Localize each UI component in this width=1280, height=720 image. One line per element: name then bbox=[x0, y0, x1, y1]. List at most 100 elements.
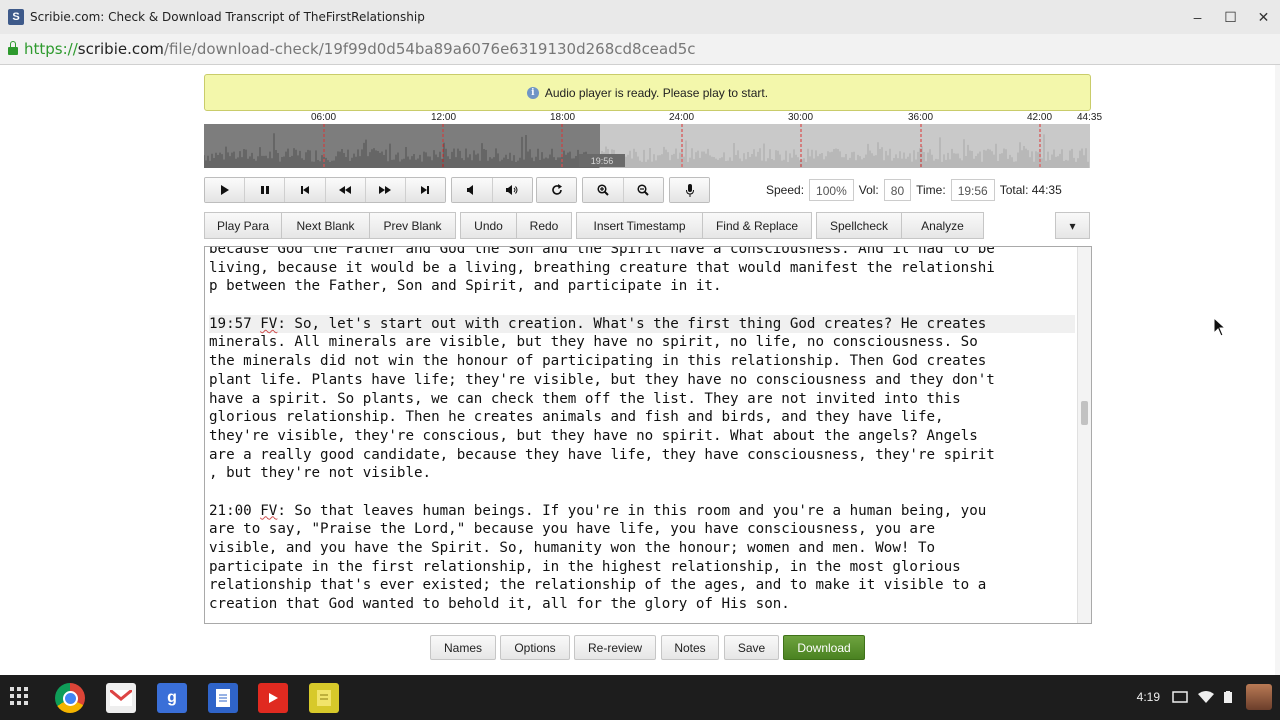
play-icon bbox=[220, 185, 229, 195]
transcript-line: have a spirit. So plants, we can check t… bbox=[209, 390, 961, 407]
volume-up-icon bbox=[506, 185, 518, 195]
play-para-button[interactable]: Play Para bbox=[204, 212, 282, 239]
microphone-button[interactable] bbox=[670, 178, 709, 202]
redo-button[interactable]: Redo bbox=[516, 212, 572, 239]
keep-notes-icon[interactable] bbox=[309, 683, 339, 713]
pause-button[interactable] bbox=[245, 178, 286, 202]
transport-controls bbox=[204, 177, 446, 203]
user-avatar[interactable] bbox=[1246, 684, 1272, 710]
wave-label: 42:00 bbox=[1027, 112, 1053, 123]
transcript-line: plant life. Plants have life; they're vi… bbox=[209, 371, 995, 388]
pause-icon bbox=[260, 186, 269, 194]
wave-label: 24:00 bbox=[669, 112, 695, 123]
player-toolbar: Speed: 100% Vol: 80 Time: 19:56 Total: 4… bbox=[204, 177, 1090, 205]
wifi-icon bbox=[1198, 691, 1214, 703]
skip-end-button[interactable] bbox=[405, 178, 445, 202]
fast-forward-button[interactable] bbox=[365, 178, 406, 202]
system-tray[interactable]: 4:19 bbox=[1137, 682, 1272, 712]
minimize-button[interactable]: – bbox=[1181, 0, 1214, 34]
docs-icon[interactable] bbox=[208, 683, 238, 713]
address-bar[interactable]: https://scribie.com/file/download-check/… bbox=[0, 34, 1280, 65]
loop-controls bbox=[536, 177, 577, 203]
transcript-line: are a really good candidate, because the… bbox=[209, 446, 995, 463]
analyze-button[interactable]: Analyze bbox=[901, 212, 984, 239]
names-button[interactable]: Names bbox=[430, 635, 496, 660]
speed-label: Speed: bbox=[766, 183, 805, 197]
more-options-dropdown[interactable]: ▾ bbox=[1055, 212, 1090, 239]
transcript-line: relationship that's ever existed; the re… bbox=[209, 577, 987, 594]
wave-label: 44:35 bbox=[1077, 112, 1103, 123]
transcript-editor[interactable]: because God the Father and God the Son a… bbox=[204, 246, 1092, 624]
window-controls: – ☐ ✕ bbox=[1181, 0, 1280, 34]
transcript-line: p between the Father, Son and Spirit, an… bbox=[209, 278, 722, 295]
fast-forward-icon bbox=[379, 186, 392, 194]
window-title: Scribie.com: Check & Download Transcript… bbox=[30, 10, 425, 24]
volume-down-button[interactable] bbox=[452, 178, 493, 202]
rewind-icon bbox=[339, 186, 352, 194]
skip-start-button[interactable] bbox=[285, 178, 326, 202]
url-text[interactable]: https://scribie.com/file/download-check/… bbox=[24, 40, 696, 58]
transcript-line: are to say, "Praise the Lord," because y… bbox=[209, 521, 936, 538]
playback-info: Speed: 100% Vol: 80 Time: 19:56 Total: 4… bbox=[766, 177, 1062, 203]
youtube-icon[interactable] bbox=[258, 683, 288, 713]
loop-button[interactable] bbox=[537, 178, 576, 202]
gmail-icon[interactable] bbox=[106, 683, 136, 713]
editor-scrollbar[interactable] bbox=[1077, 247, 1091, 623]
app-launcher-icon[interactable] bbox=[10, 687, 30, 707]
transcript-line: the minerals did not win the honour of p… bbox=[209, 353, 987, 370]
insert-timestamp-button[interactable]: Insert Timestamp bbox=[576, 212, 703, 239]
cast-icon bbox=[1172, 691, 1188, 703]
os-taskbar: g 4:19 bbox=[0, 675, 1280, 720]
transcript-line: creation that God wanted to behold it, a… bbox=[209, 596, 790, 613]
volume-input[interactable]: 80 bbox=[883, 179, 912, 201]
undo-button[interactable]: Undo bbox=[460, 212, 517, 239]
audio-waveform[interactable]: 19:56 bbox=[204, 124, 1090, 168]
maximize-button[interactable]: ☐ bbox=[1214, 0, 1247, 34]
wave-label: 18:00 bbox=[550, 112, 576, 123]
spellcheck-button[interactable]: Spellcheck bbox=[816, 212, 902, 239]
time-input[interactable]: 19:56 bbox=[950, 179, 995, 201]
waveform-time-labels: 06:00 12:00 18:00 24:00 30:00 36:00 42:0… bbox=[204, 112, 1104, 124]
volume-label: Vol: bbox=[858, 183, 879, 197]
transcript-line: minerals. All minerals are visible, but … bbox=[209, 334, 978, 351]
zoom-out-button[interactable] bbox=[623, 178, 663, 202]
transcript-text[interactable]: because God the Father and God the Son a… bbox=[209, 247, 1075, 614]
play-button[interactable] bbox=[205, 178, 246, 202]
microphone-icon bbox=[685, 183, 694, 197]
mouse-cursor-icon bbox=[1213, 317, 1227, 337]
transcript-line bbox=[209, 296, 1075, 315]
close-button[interactable]: ✕ bbox=[1247, 0, 1280, 34]
chrome-icon[interactable] bbox=[55, 683, 85, 713]
google-search-icon[interactable]: g bbox=[157, 683, 187, 713]
save-button[interactable]: Save bbox=[724, 635, 779, 660]
wave-label: 36:00 bbox=[908, 112, 934, 123]
re-review-button[interactable]: Re-review bbox=[574, 635, 656, 660]
volume-up-button[interactable] bbox=[492, 178, 532, 202]
transcript-line: , but they're not visible. bbox=[209, 465, 432, 482]
url-protocol: https:// bbox=[24, 40, 78, 58]
transcript-line: 19:57 FV: So, let's start out with creat… bbox=[209, 314, 1075, 334]
editor-toolbar: Play Para Next Blank Prev Blank Undo Red… bbox=[204, 212, 1090, 239]
find-replace-button[interactable]: Find & Replace bbox=[702, 212, 812, 239]
wave-label: 12:00 bbox=[431, 112, 457, 123]
prev-blank-button[interactable]: Prev Blank bbox=[369, 212, 456, 239]
editor-scrollbar-thumb[interactable] bbox=[1081, 401, 1088, 425]
rewind-button[interactable] bbox=[325, 178, 366, 202]
page-scrollbar[interactable] bbox=[1275, 65, 1280, 675]
speed-input[interactable]: 100% bbox=[809, 179, 854, 201]
notice-text: Audio player is ready. Please play to st… bbox=[544, 85, 769, 100]
volume-controls bbox=[451, 177, 533, 203]
refresh-icon bbox=[551, 184, 562, 195]
options-button[interactable]: Options bbox=[500, 635, 570, 660]
zoom-out-icon bbox=[637, 184, 649, 196]
transcript-line bbox=[209, 483, 1075, 502]
notes-button[interactable]: Notes bbox=[661, 635, 719, 660]
zoom-in-button[interactable] bbox=[583, 178, 624, 202]
next-blank-button[interactable]: Next Blank bbox=[281, 212, 370, 239]
wave-label: 30:00 bbox=[788, 112, 814, 123]
skip-end-icon bbox=[421, 186, 430, 194]
download-button[interactable]: Download bbox=[783, 635, 865, 660]
transcript-line: living, because it would be a living, br… bbox=[209, 259, 995, 276]
transcript-line: because God the Father and God the Son a… bbox=[209, 246, 995, 257]
transcript-line: they're visible, they're conscious, but … bbox=[209, 427, 978, 444]
